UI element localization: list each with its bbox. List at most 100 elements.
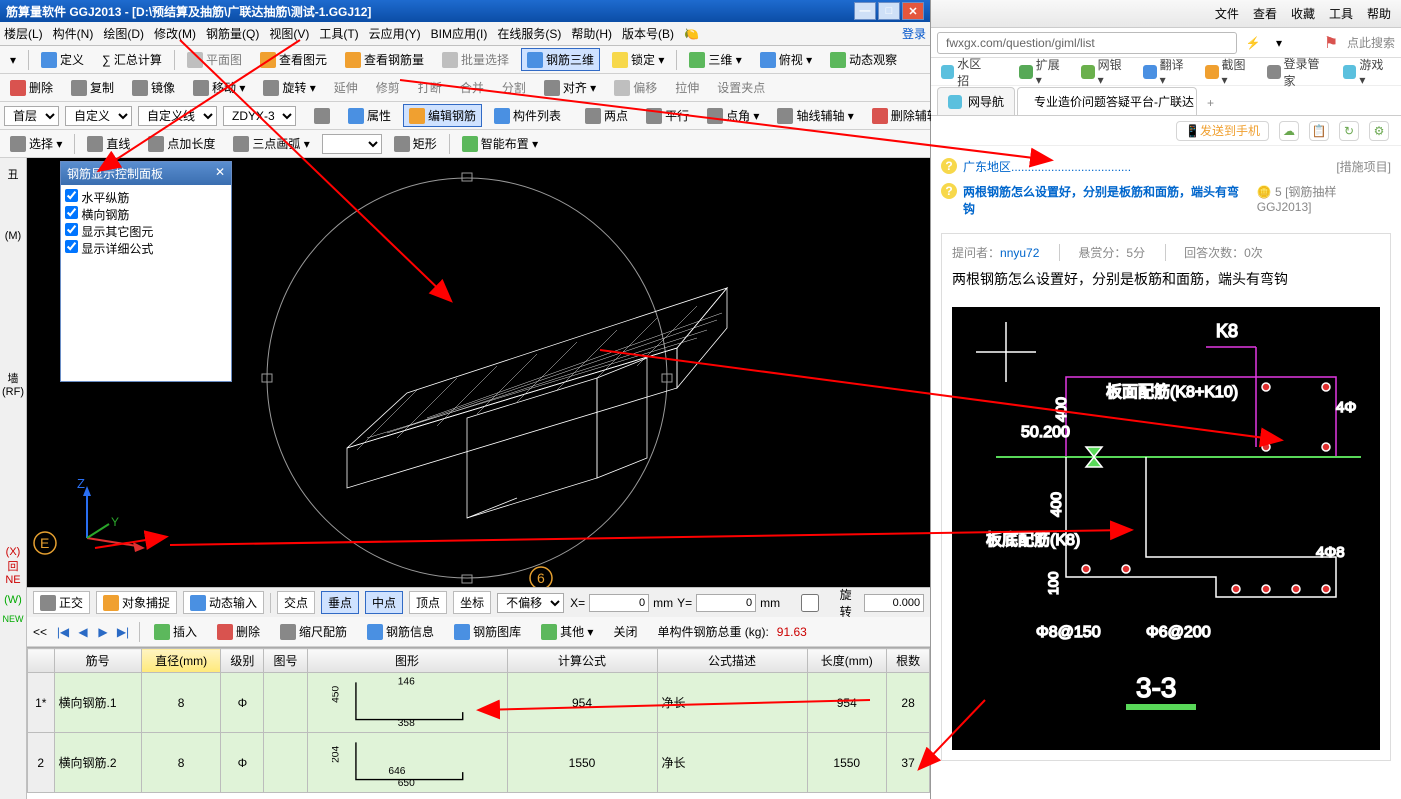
flag-icon[interactable]: ⚑	[1321, 33, 1341, 53]
nav-first-icon[interactable]: |◀	[55, 624, 71, 640]
dropdown-arrow[interactable]: ▾	[4, 50, 22, 70]
align-button[interactable]: 对齐 ▾	[538, 76, 602, 99]
rotate-checkbox[interactable]	[784, 594, 835, 612]
url-input[interactable]	[937, 32, 1237, 54]
rebar3d-button[interactable]: 钢筋三维	[521, 48, 600, 71]
cloud-icon[interactable]: ☁	[1279, 121, 1299, 141]
close-button[interactable]: ✕	[902, 2, 924, 20]
asker-link[interactable]: nnyu72	[1000, 246, 1039, 260]
col-figno[interactable]: 图号	[264, 649, 307, 673]
menu-version[interactable]: 版本号(B)	[622, 25, 674, 42]
search-placeholder[interactable]: 点此搜索	[1347, 34, 1395, 51]
ext-bank[interactable]: 网银 ▾	[1081, 56, 1129, 87]
maximize-button[interactable]: □	[878, 2, 900, 20]
question-link-1[interactable]: ?广东地区...................................…	[941, 154, 1391, 179]
topview-button[interactable]: 俯视 ▾	[754, 48, 818, 71]
complist-button[interactable]: 构件列表	[488, 104, 567, 127]
menu-help[interactable]: 帮助(H)	[571, 25, 612, 42]
col-idx[interactable]	[27, 649, 54, 673]
delete-row-button[interactable]: 删除	[211, 620, 266, 643]
lp-item-7[interactable]: NEW	[2, 610, 24, 628]
bm-file[interactable]: 文件	[1215, 5, 1239, 22]
trim-button[interactable]: 修剪	[370, 76, 406, 99]
xpt-toggle[interactable]: 交点	[277, 591, 315, 614]
extend-button[interactable]: 延伸	[328, 76, 364, 99]
col-count[interactable]: 根数	[887, 649, 930, 673]
copy-button[interactable]: 复制	[65, 76, 120, 99]
other-button[interactable]: 其他 ▾	[535, 620, 599, 643]
rotate-input[interactable]	[864, 594, 924, 612]
menu-floor[interactable]: 楼层(L)	[4, 25, 43, 42]
ext-screenshot[interactable]: 截图 ▾	[1205, 56, 1253, 87]
gear-icon[interactable]	[308, 105, 336, 127]
bm-view[interactable]: 查看	[1253, 5, 1277, 22]
lock-button[interactable]: 锁定 ▾	[606, 48, 670, 71]
custom-select[interactable]: 自定义	[65, 106, 132, 126]
col-desc[interactable]: 公式描述	[657, 649, 807, 673]
arc-param-select[interactable]	[322, 134, 382, 154]
dyninput-toggle[interactable]: 动态输入	[183, 591, 264, 614]
lp-item-0[interactable]: 丑	[2, 162, 24, 186]
insert-row-button[interactable]: 插入	[148, 620, 203, 643]
ext-expand[interactable]: 扩展 ▾	[1019, 56, 1067, 87]
col-grade[interactable]: 级别	[221, 649, 264, 673]
lp-item-5[interactable]: (X)回NE	[2, 542, 24, 590]
tab-qa[interactable]: 专业造价问题答疑平台-广联达✕	[1017, 87, 1197, 115]
menu-tools[interactable]: 工具(T)	[319, 25, 358, 42]
table-row[interactable]: 2 横向钢筋.2 8 Φ 204 650 646 1550 净长 1550 37	[27, 733, 929, 793]
define-button[interactable]: 定义	[35, 48, 90, 71]
page-content[interactable]: ?广东地区...................................…	[931, 146, 1401, 799]
ext-login[interactable]: 登录管家	[1267, 55, 1329, 89]
mid-toggle[interactable]: 中点	[365, 591, 403, 614]
autoplace-button[interactable]: 智能布置 ▾	[456, 132, 544, 155]
rotate-button[interactable]: 旋转 ▾	[257, 76, 321, 99]
axisaux-button[interactable]: 轴线辅轴 ▾	[771, 104, 859, 127]
mirror-button[interactable]: 镜像	[126, 76, 181, 99]
col-name[interactable]: 筋号	[54, 649, 141, 673]
nav-last-icon[interactable]: ▶|	[115, 624, 131, 640]
bm-help[interactable]: 帮助	[1367, 5, 1391, 22]
x-input[interactable]	[589, 594, 649, 612]
select-button[interactable]: 选择 ▾	[4, 132, 68, 155]
nav-next-icon[interactable]: ▶	[95, 624, 111, 640]
menu-modify[interactable]: 修改(M)	[154, 25, 196, 42]
pull-button[interactable]: 拉伸	[669, 76, 705, 99]
minimize-button[interactable]: —	[854, 2, 876, 20]
refresh-icon[interactable]: ↻	[1339, 121, 1359, 141]
sumcalc-button[interactable]: ∑ 汇总计算	[96, 48, 168, 71]
new-tab-button[interactable]: +	[1199, 91, 1222, 115]
threeD-button[interactable]: 三维 ▾	[683, 48, 747, 71]
lightning-icon[interactable]: ⚡	[1243, 33, 1263, 53]
batchsel-button[interactable]: 批量选择	[436, 48, 515, 71]
floor-select[interactable]: 首层	[4, 106, 59, 126]
menu-view[interactable]: 视图(V)	[269, 25, 309, 42]
viewrebar-button[interactable]: 查看钢筋量	[339, 48, 430, 71]
menu-cloud[interactable]: 云应用(Y)	[369, 25, 421, 42]
col-calc[interactable]: 计算公式	[507, 649, 657, 673]
ptangle-button[interactable]: 点角 ▾	[701, 104, 765, 127]
dropdown-icon[interactable]: ▾	[1269, 33, 1289, 53]
tab-nav[interactable]: 网导航	[937, 87, 1015, 115]
send-to-phone[interactable]: 📱 发送到手机	[1176, 121, 1269, 141]
merge-button[interactable]: 合并	[454, 76, 490, 99]
col-len[interactable]: 长度(mm)	[807, 649, 887, 673]
rect-button[interactable]: 矩形	[388, 132, 443, 155]
menu-draw[interactable]: 绘图(D)	[103, 25, 144, 42]
ext-game[interactable]: 游戏 ▾	[1343, 56, 1391, 87]
rebarinfo-button[interactable]: 钢筋信息	[361, 620, 440, 643]
menu-rebarqty[interactable]: 钢筋量(Q)	[206, 25, 259, 42]
menu-extra-icon[interactable]: 🍋	[684, 27, 699, 41]
attr-button[interactable]: 属性	[342, 104, 397, 127]
parallel-button[interactable]: 平行	[640, 104, 695, 127]
osnap-toggle[interactable]: 对象捕捉	[96, 591, 177, 614]
zdyx-select[interactable]: ZDYX-3	[223, 106, 296, 126]
lp-item-3[interactable]: 墙 (RF)	[2, 366, 24, 402]
rebarlib-button[interactable]: 钢筋图库	[448, 620, 527, 643]
delete-button[interactable]: 删除	[4, 76, 59, 99]
ptlen-button[interactable]: 点加长度	[142, 132, 221, 155]
ext-translate[interactable]: 翻译 ▾	[1143, 56, 1191, 87]
editrebar-button[interactable]: 编辑钢筋	[403, 104, 482, 127]
viewqty-button[interactable]: 查看图元	[254, 48, 333, 71]
move-button[interactable]: 移动 ▾	[187, 76, 251, 99]
table-row[interactable]: 1* 横向钢筋.1 8 Φ 146 450 358 954 净长 954 28	[27, 673, 929, 733]
